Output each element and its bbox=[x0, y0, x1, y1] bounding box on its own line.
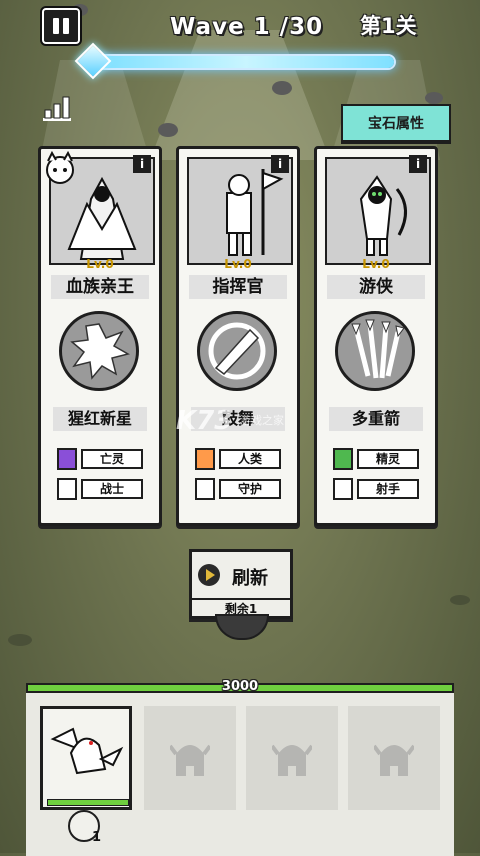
wave-counter: Wave 1 /30 bbox=[170, 14, 324, 40]
hero-level: Lv.0 bbox=[224, 257, 252, 271]
hero-name: 游侠 bbox=[327, 275, 425, 299]
hero-level: Lv.0 bbox=[362, 257, 390, 271]
refresh-button[interactable]: 刷新 剩余1 bbox=[189, 549, 293, 619]
bench-slot-4[interactable] bbox=[348, 706, 440, 810]
hero-info-button[interactable]: i bbox=[133, 155, 151, 173]
empty-slot-helmet-icon bbox=[170, 744, 210, 776]
trait-tag-undead: 亡灵 bbox=[57, 448, 145, 470]
undead-icon bbox=[57, 448, 77, 470]
archer-icon bbox=[333, 478, 353, 500]
trait-tag-elf: 精灵 bbox=[333, 448, 421, 470]
stats-icon[interactable] bbox=[42, 94, 72, 122]
bench-slot-3[interactable] bbox=[246, 706, 338, 810]
empty-slot-helmet-icon bbox=[272, 744, 312, 776]
hero-info-button[interactable]: i bbox=[271, 155, 289, 173]
hero-card-vampire-lord[interactable]: i Lv.0 血族亲王 猩红新星 亡灵 战士 bbox=[38, 146, 162, 526]
bench-slot-2[interactable] bbox=[144, 706, 236, 810]
hero-portrait-ranger bbox=[325, 157, 431, 265]
gem-attributes-button[interactable]: 宝石属性 bbox=[341, 104, 451, 142]
elf-icon bbox=[333, 448, 353, 470]
wave-progress-bar bbox=[96, 54, 396, 70]
hero-card-ranger[interactable]: i Lv.0 游侠 多重箭 精灵 射手 bbox=[314, 146, 438, 526]
pause-button[interactable] bbox=[42, 8, 80, 44]
guardian-icon bbox=[195, 478, 215, 500]
hero-name: 血族亲王 bbox=[51, 275, 149, 299]
stage-label: 第1关 bbox=[360, 14, 417, 38]
trait-tag-guardian: 守护 bbox=[195, 478, 283, 500]
crystal-gem-icon bbox=[74, 42, 112, 80]
bench-slot-1[interactable] bbox=[40, 706, 132, 810]
empty-slot-helmet-icon bbox=[374, 744, 414, 776]
trait-tag-warrior: 战士 bbox=[57, 478, 145, 500]
trait-tag-archer: 射手 bbox=[333, 478, 421, 500]
hero-card-commander[interactable]: i Lv.0 指挥官 鼓舞 人类 守护 bbox=[176, 146, 300, 526]
cat-mascot-icon bbox=[46, 151, 74, 184]
watermark-subtitle: 游戏之家 bbox=[240, 414, 284, 427]
trait-tag-human: 人类 bbox=[195, 448, 283, 470]
skill-name: 猩红新星 bbox=[53, 407, 147, 431]
watermark-logo: K73 bbox=[176, 406, 233, 436]
unit-count-value: 1 bbox=[92, 830, 102, 845]
base-gear-icon bbox=[215, 614, 269, 640]
skill-icon-inspire bbox=[197, 311, 277, 391]
hero-level: Lv.0 bbox=[86, 257, 114, 271]
skill-icon-crimson-nova bbox=[59, 311, 139, 391]
play-icon bbox=[198, 564, 220, 586]
warrior-icon bbox=[57, 478, 77, 500]
hero-name: 指挥官 bbox=[189, 275, 287, 299]
skill-name: 多重箭 bbox=[329, 407, 423, 431]
hero-info-button[interactable]: i bbox=[409, 155, 427, 173]
wave-progress-fill bbox=[98, 56, 394, 68]
skill-icon-multishot bbox=[335, 311, 415, 391]
refresh-label: 刷新 bbox=[232, 568, 268, 589]
base-hp-value: 3000 bbox=[221, 679, 259, 694]
hero-portrait-commander bbox=[187, 157, 293, 265]
unit-hp-bar bbox=[47, 799, 129, 806]
human-icon bbox=[195, 448, 215, 470]
dragon-unit-icon bbox=[50, 727, 124, 775]
